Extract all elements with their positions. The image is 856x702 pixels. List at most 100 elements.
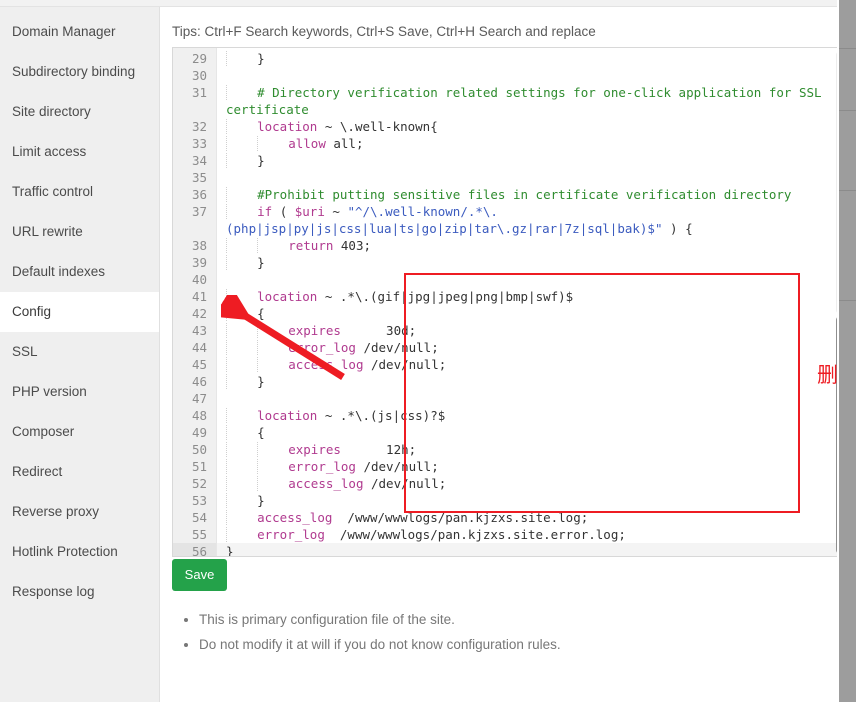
note-item: This is primary configuration file of th… [199, 607, 561, 632]
code-text[interactable]: location ~ .*\.(gif|jpg|jpeg|png|bmp|swf… [217, 288, 849, 305]
sidebar-item-limit-access[interactable]: Limit access [0, 132, 159, 172]
code-text[interactable] [217, 271, 849, 288]
code-line[interactable]: 34 } [173, 152, 849, 169]
code-line[interactable]: 51 error_log /dev/null; [173, 458, 849, 475]
code-text[interactable]: error_log /dev/null; [217, 339, 849, 356]
code-line[interactable]: 37 if ( $uri ~ "^/\.well-known/.*\.(php|… [173, 203, 849, 237]
code-text[interactable]: } [217, 492, 849, 509]
line-number: 52 [173, 475, 217, 492]
code-line[interactable]: 29 } [173, 50, 849, 67]
config-editor[interactable]: 29 } 30 31 # Directory verification relate… [172, 47, 850, 557]
line-number: 35 [173, 169, 217, 186]
code-text[interactable]: } [217, 254, 849, 271]
sidebar-item-hotlink-protection[interactable]: Hotlink Protection [0, 532, 159, 572]
code-text[interactable]: { [217, 305, 849, 322]
code-line[interactable]: 56} [173, 543, 849, 556]
code-text[interactable]: allow all; [217, 135, 849, 152]
code-line[interactable]: 46 } [173, 373, 849, 390]
line-number: 42 [173, 305, 217, 322]
code-text[interactable]: if ( $uri ~ "^/\.well-known/.*\.(php|jsp… [217, 203, 849, 237]
code-text[interactable]: error_log /www/wwwlogs/pan.kjzxs.site.er… [217, 526, 849, 543]
code-line[interactable]: 48 location ~ .*\.(js|css)?$ [173, 407, 849, 424]
code-text[interactable]: access_log /dev/null; [217, 475, 849, 492]
code-text[interactable]: error_log /dev/null; [217, 458, 849, 475]
code-line[interactable]: 35 [173, 169, 849, 186]
code-line[interactable]: 45 access_log /dev/null; [173, 356, 849, 373]
code-line[interactable]: 38 return 403; [173, 237, 849, 254]
sidebar-item-reverse-proxy[interactable]: Reverse proxy [0, 492, 159, 532]
line-number: 50 [173, 441, 217, 458]
sidebar-item-composer[interactable]: Composer [0, 412, 159, 452]
sidebar-item-traffic-control[interactable]: Traffic control [0, 172, 159, 212]
sidebar-item-site-directory[interactable]: Site directory [0, 92, 159, 132]
code-line[interactable]: 55 error_log /www/wwwlogs/pan.kjzxs.site… [173, 526, 849, 543]
save-button[interactable]: Save [172, 559, 227, 591]
code-text[interactable]: } [217, 152, 849, 169]
note-item: Do not modify it at will if you do not k… [199, 632, 561, 657]
code-line[interactable]: 30 [173, 67, 849, 84]
line-number: 47 [173, 390, 217, 407]
sidebar-item-default-indexes[interactable]: Default indexes [0, 252, 159, 292]
code-line[interactable]: 42 { [173, 305, 849, 322]
code-text[interactable]: } [217, 373, 849, 390]
code-text[interactable]: #Prohibit putting sensitive files in cer… [217, 186, 849, 203]
code-text[interactable]: { [217, 424, 849, 441]
code-text[interactable] [217, 169, 849, 186]
main-panel: Tips: Ctrl+F Search keywords, Ctrl+S Sav… [161, 7, 856, 702]
sidebar-item-response-log[interactable]: Response log [0, 572, 159, 612]
line-number: 29 [173, 50, 217, 67]
code-text[interactable]: access_log /dev/null; [217, 356, 849, 373]
line-number: 51 [173, 458, 217, 475]
code-line[interactable]: 49 { [173, 424, 849, 441]
page-scrollbar[interactable] [839, 0, 856, 702]
sidebar-item-domain-manager[interactable]: Domain Manager [0, 12, 159, 52]
line-number: 34 [173, 152, 217, 169]
line-number: 43 [173, 322, 217, 339]
code-text[interactable]: } [217, 50, 849, 67]
code-line[interactable]: 52 access_log /dev/null; [173, 475, 849, 492]
sidebar-item-php-version[interactable]: PHP version [0, 372, 159, 412]
code-text[interactable]: expires 12h; [217, 441, 849, 458]
line-number: 37 [173, 203, 217, 237]
code-text[interactable] [217, 67, 849, 84]
code-text[interactable]: location ~ .*\.(js|css)?$ [217, 407, 849, 424]
line-number: 36 [173, 186, 217, 203]
line-number: 38 [173, 237, 217, 254]
code-text[interactable]: } [217, 543, 849, 556]
sidebar-item-redirect[interactable]: Redirect [0, 452, 159, 492]
line-number: 33 [173, 135, 217, 152]
sidebar-nav: Domain Manager Subdirectory binding Site d… [0, 7, 160, 702]
code-line[interactable]: 33 allow all; [173, 135, 849, 152]
line-number: 55 [173, 526, 217, 543]
code-line[interactable]: 32 location ~ \.well-known{ [173, 118, 849, 135]
line-number: 30 [173, 67, 217, 84]
line-number: 54 [173, 509, 217, 526]
line-number: 45 [173, 356, 217, 373]
sidebar-item-url-rewrite[interactable]: URL rewrite [0, 212, 159, 252]
code-line[interactable]: 39 } [173, 254, 849, 271]
sidebar-item-subdirectory-binding[interactable]: Subdirectory binding [0, 52, 159, 92]
code-lines[interactable]: 29 } 30 31 # Directory verification relate… [173, 50, 849, 556]
line-number: 41 [173, 288, 217, 305]
sidebar-item-ssl[interactable]: SSL [0, 332, 159, 372]
code-line[interactable]: 44 error_log /dev/null; [173, 339, 849, 356]
page-root: Domain Manager Subdirectory binding Site d… [0, 0, 856, 702]
code-text[interactable]: expires 30d; [217, 322, 849, 339]
code-text[interactable] [217, 390, 849, 407]
code-text[interactable]: access_log /www/wwwlogs/pan.kjzxs.site.l… [217, 509, 849, 526]
code-line[interactable]: 53 } [173, 492, 849, 509]
code-text[interactable]: # Directory verification related setting… [217, 84, 849, 118]
code-line[interactable]: 31 # Directory verification related sett… [173, 84, 849, 118]
line-number: 53 [173, 492, 217, 509]
code-line[interactable]: 41 location ~ .*\.(gif|jpg|jpeg|png|bmp|… [173, 288, 849, 305]
sidebar-item-config[interactable]: Config [0, 292, 159, 332]
code-line[interactable]: 47 [173, 390, 849, 407]
code-line[interactable]: 43 expires 30d; [173, 322, 849, 339]
code-text[interactable]: location ~ \.well-known{ [217, 118, 849, 135]
code-line[interactable]: 50 expires 12h; [173, 441, 849, 458]
code-line[interactable]: 36 #Prohibit putting sensitive files in … [173, 186, 849, 203]
code-line[interactable]: 54 access_log /www/wwwlogs/pan.kjzxs.sit… [173, 509, 849, 526]
code-text[interactable]: return 403; [217, 237, 849, 254]
code-line[interactable]: 40 [173, 271, 849, 288]
tips-text: Tips: Ctrl+F Search keywords, Ctrl+S Sav… [172, 24, 596, 39]
